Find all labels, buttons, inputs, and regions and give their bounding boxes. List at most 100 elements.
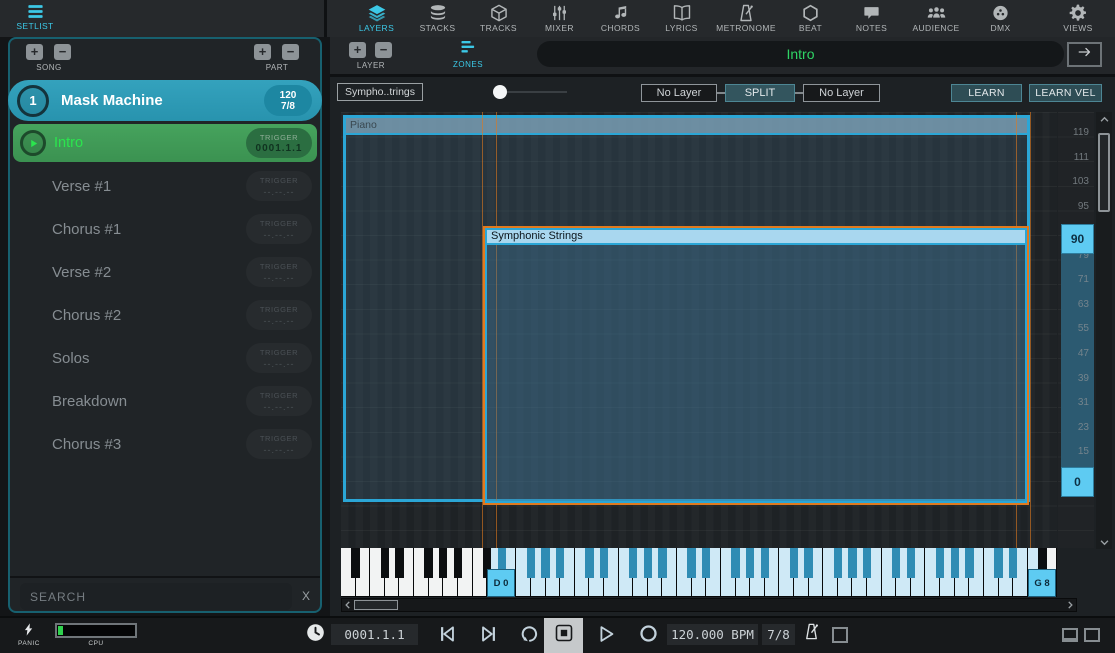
black-key[interactable] [907, 548, 915, 578]
part-play-button[interactable] [20, 130, 46, 156]
key-range-high-tag[interactable]: G 8 [1028, 569, 1056, 597]
clock-button[interactable] [303, 623, 327, 647]
zone-symphonic-strings[interactable]: Symphonic Strings [483, 226, 1029, 505]
black-key[interactable] [629, 548, 637, 578]
horizontal-scrollbar[interactable] [341, 598, 1077, 612]
zone-piano-header[interactable]: Piano [346, 118, 1027, 135]
remove-layer-button[interactable]: − [375, 42, 392, 58]
bottom-panel-view-button[interactable] [1062, 628, 1078, 642]
add-song-button[interactable]: + [26, 44, 43, 60]
black-key[interactable] [585, 548, 593, 578]
part-row-chorus-3[interactable]: Chorus #3 TRIGGER --.--.-- [13, 425, 317, 463]
split-right-layer[interactable]: No Layer [803, 84, 880, 102]
split-button[interactable]: SPLIT [725, 84, 795, 102]
part-row-chorus-1[interactable]: Chorus #1 TRIGGER --.--.-- [13, 210, 317, 248]
black-key[interactable] [454, 548, 462, 578]
black-key[interactable] [541, 548, 549, 578]
song-header[interactable]: 1 Mask Machine 120 7/8 [8, 80, 322, 121]
black-key[interactable] [424, 548, 432, 578]
metronome-button[interactable] [799, 622, 823, 646]
black-key[interactable] [702, 548, 710, 578]
black-key[interactable] [351, 548, 359, 578]
black-key[interactable] [804, 548, 812, 578]
part-trigger-badge[interactable]: TRIGGER --.--.-- [246, 171, 312, 201]
horizontal-scroll-thumb[interactable] [354, 600, 398, 610]
next-part-button[interactable] [1067, 42, 1102, 67]
velocity-high-handle[interactable]: 90 [1061, 224, 1094, 254]
black-key[interactable] [834, 548, 842, 578]
toolbar-item-lyrics[interactable]: LYRICS [651, 2, 712, 33]
black-key[interactable] [658, 548, 666, 578]
black-key[interactable] [892, 548, 900, 578]
part-trigger-badge[interactable]: TRIGGER --.--.-- [246, 257, 312, 287]
stop-button[interactable] [544, 618, 583, 653]
search-input[interactable] [20, 583, 292, 610]
vertical-scrollbar[interactable] [1096, 112, 1112, 549]
part-row-breakdown[interactable]: Breakdown TRIGGER --.--.-- [13, 382, 317, 420]
remove-song-button[interactable]: − [54, 44, 71, 60]
key-range-low-tag[interactable]: D 0 [487, 569, 515, 597]
black-key[interactable] [746, 548, 754, 578]
black-key[interactable] [761, 548, 769, 578]
loop-button[interactable] [518, 624, 542, 648]
black-key[interactable] [790, 548, 798, 578]
toolbar-item-mixer[interactable]: MIXER [529, 2, 590, 33]
black-key[interactable] [936, 548, 944, 578]
toolbar-item-metronome[interactable]: METRONOME [712, 2, 780, 33]
remove-part-button[interactable]: − [282, 44, 299, 60]
position-display[interactable]: 0001.1.1 [331, 624, 418, 645]
part-row-chorus-2[interactable]: Chorus #2 TRIGGER --.--.-- [13, 296, 317, 334]
part-trigger-badge[interactable]: TRIGGER --.--.-- [246, 214, 312, 244]
scroll-down-button[interactable] [1096, 535, 1112, 549]
black-key[interactable] [556, 548, 564, 578]
part-trigger-badge[interactable]: TRIGGER --.--.-- [246, 386, 312, 416]
black-key[interactable] [687, 548, 695, 578]
bpm-display[interactable]: 120.000 BPM [667, 624, 758, 645]
learn-vel-button[interactable]: LEARN VEL [1029, 84, 1102, 102]
black-key[interactable] [731, 548, 739, 578]
black-key[interactable] [527, 548, 535, 578]
skip-to-end-button[interactable] [477, 624, 501, 648]
part-trigger-badge[interactable]: TRIGGER --.--.-- [246, 429, 312, 459]
toolbar-item-layers[interactable]: LAYERS [346, 2, 407, 33]
toolbar-item-audience[interactable]: AUDIENCE [902, 2, 970, 33]
toolbar-item-stacks[interactable]: STACKS [407, 2, 468, 33]
velocity-low-handle[interactable]: 0 [1061, 467, 1094, 497]
scroll-left-button[interactable] [342, 599, 354, 611]
zone-symphonic-header[interactable]: Symphonic Strings [487, 230, 1025, 245]
tab-zones[interactable]: ZONES [440, 40, 496, 69]
black-key[interactable] [965, 548, 973, 578]
black-key[interactable] [600, 548, 608, 578]
transport-checkbox[interactable] [832, 627, 848, 643]
search-clear-button[interactable]: X [297, 587, 315, 605]
selected-layer-chip[interactable]: Sympho..trings [337, 83, 423, 101]
split-left-layer[interactable]: No Layer [641, 84, 717, 102]
add-layer-button[interactable]: + [349, 42, 366, 58]
zone-grid[interactable]: Piano Symphonic Strings [341, 112, 1057, 548]
piano-keyboard[interactable]: D 0 G 8 [341, 548, 1057, 597]
learn-button[interactable]: LEARN [951, 84, 1022, 102]
black-key[interactable] [1009, 548, 1017, 578]
part-trigger-badge[interactable]: TRIGGER --.--.-- [246, 343, 312, 373]
scroll-up-button[interactable] [1096, 112, 1112, 126]
black-key[interactable] [395, 548, 403, 578]
toolbar-item-views[interactable]: VIEWS [1049, 2, 1107, 33]
skip-to-start-button[interactable] [435, 624, 459, 648]
part-trigger-badge[interactable]: TRIGGER --.--.-- [246, 300, 312, 330]
add-part-button[interactable]: + [254, 44, 271, 60]
black-key[interactable] [994, 548, 1002, 578]
black-key[interactable] [951, 548, 959, 578]
black-key[interactable] [848, 548, 856, 578]
part-row-verse-1[interactable]: Verse #1 TRIGGER --.--.-- [13, 167, 317, 205]
record-button[interactable] [636, 624, 660, 648]
part-row-solos[interactable]: Solos TRIGGER --.--.-- [13, 339, 317, 377]
toolbar-item-tracks[interactable]: TRACKS [468, 2, 529, 33]
part-trigger-badge[interactable]: TRIGGER 0001.1.1 [246, 128, 312, 158]
vertical-scroll-thumb[interactable] [1098, 133, 1110, 212]
time-signature-display[interactable]: 7/8 [762, 624, 795, 645]
black-key[interactable] [381, 548, 389, 578]
toolbar-item-dmx[interactable]: DMX [970, 2, 1031, 33]
toolbar-item-notes[interactable]: NOTES [841, 2, 902, 33]
scroll-right-button[interactable] [1064, 599, 1076, 611]
black-key[interactable] [644, 548, 652, 578]
